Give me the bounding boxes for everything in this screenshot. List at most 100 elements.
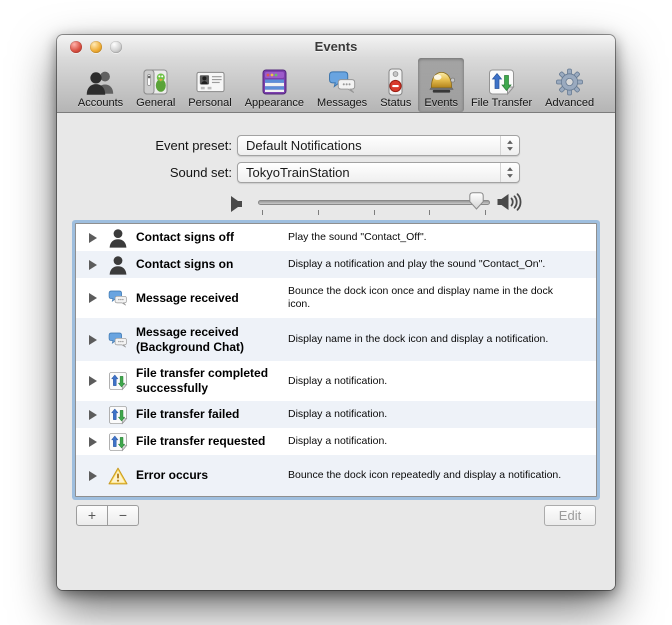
toolbar-item-personal[interactable]: Personal (182, 58, 237, 112)
add-event-button[interactable]: + (76, 505, 108, 526)
desktop: Events Accounts General Personal Appeara… (0, 0, 672, 625)
person-icon (108, 228, 128, 248)
event-description: Display a notification. (288, 374, 388, 387)
remove-event-button[interactable]: − (107, 505, 139, 526)
event-name: File transfer failed (136, 407, 240, 421)
event-description: Display a notification. (288, 435, 388, 447)
messages-icon (328, 68, 357, 96)
event-description: Bounce the dock icon repeatedly and disp… (288, 469, 562, 481)
event-description: Play the sound "Contact_Off". (288, 231, 427, 243)
file-icon (108, 432, 128, 452)
appearance-icon (260, 68, 289, 96)
minimize-button[interactable] (90, 41, 102, 53)
edit-button[interactable]: Edit (544, 505, 596, 526)
message-icon (108, 330, 128, 350)
message-icon (108, 288, 128, 308)
close-button[interactable] (70, 41, 82, 53)
file-icon (108, 405, 128, 425)
toolbar-item-general[interactable]: General (130, 58, 181, 112)
footer: + − Edit (75, 505, 596, 527)
event-name: Contact signs off (136, 230, 234, 244)
event-row[interactable]: File transfer requested Display a notifi… (76, 428, 596, 455)
volume-row (57, 190, 615, 222)
event-row[interactable]: Message received Bounce the dock icon on… (76, 278, 596, 318)
events-icon (427, 68, 456, 96)
event-preset-label: Event preset: (155, 138, 232, 153)
toolbar-item-label: Appearance (244, 97, 305, 109)
disclosure-triangle-icon[interactable] (89, 335, 99, 345)
toolbar-item-messages[interactable]: Messages (311, 58, 373, 112)
speaker-low-icon (225, 194, 245, 214)
event-row[interactable]: Contact signs on Display a notification … (76, 251, 596, 278)
popup-arrows-icon (500, 136, 519, 155)
event-row[interactable]: Error occurs Bounce the dock icon repeat… (76, 455, 596, 496)
event-preset-value: Default Notifications (246, 138, 362, 153)
toolbar-item-label: Accounts (77, 97, 124, 109)
window-title: Events (314, 39, 358, 54)
toolbar-item-label: File Transfer (471, 97, 533, 109)
toolbar-item-label: Advanced (545, 97, 595, 109)
sound-set-row: Sound set: TokyoTrainStation (57, 162, 615, 183)
event-preset-row: Event preset: Default Notifications (57, 135, 615, 156)
disclosure-triangle-icon[interactable] (89, 260, 99, 270)
event-description: Bounce the dock icon once and display na… (288, 285, 554, 310)
event-name: Message received (Background Chat) (136, 324, 244, 354)
sound-set-label: Sound set: (169, 165, 232, 180)
file-icon (108, 371, 128, 391)
volume-slider-ticks (262, 210, 486, 215)
disclosure-triangle-icon[interactable] (89, 437, 99, 447)
disclosure-triangle-icon[interactable] (89, 471, 99, 481)
status-icon (381, 68, 410, 96)
event-list: Contact signs off Play the sound "Contac… (75, 223, 597, 497)
toolbar-item-events[interactable]: Events (418, 58, 465, 112)
toolbar-item-file-transfer[interactable]: File Transfer (465, 58, 538, 112)
event-preset-popup[interactable]: Default Notifications (237, 135, 520, 156)
warning-icon (108, 466, 128, 486)
toolbar-item-label: General (136, 97, 176, 109)
toolbar-item-label: Status (380, 97, 412, 109)
event-description: Display a notification. (288, 408, 388, 420)
event-row[interactable]: File transfer failed Display a notificat… (76, 401, 596, 428)
toolbar-item-advanced[interactable]: Advanced (539, 58, 600, 112)
traffic-lights (70, 41, 122, 53)
toolbar: Accounts General Personal Appearance Mes… (57, 58, 615, 113)
person-icon (108, 255, 128, 275)
event-row[interactable]: Message received (Background Chat) Displ… (76, 318, 596, 361)
toolbar-item-label: Events (424, 97, 459, 109)
disclosure-triangle-icon[interactable] (89, 410, 99, 420)
speaker-high-icon (495, 192, 523, 214)
toolbar-item-label: Personal (188, 97, 232, 109)
popup-arrows-icon (500, 163, 519, 182)
event-name: Message received (136, 290, 239, 305)
volume-slider-track[interactable] (258, 200, 490, 205)
event-row[interactable]: Contact signs off Play the sound "Contac… (76, 224, 596, 251)
content: Event preset: Default Notifications Soun… (57, 114, 615, 590)
filetransfer-icon (487, 68, 516, 96)
preferences-window: Events Accounts General Personal Appeara… (57, 35, 615, 590)
event-description: Display name in the dock icon and displa… (288, 333, 549, 345)
disclosure-triangle-icon[interactable] (89, 293, 99, 303)
titlebar[interactable]: Events (57, 35, 615, 58)
event-description: Display a notification and play the soun… (288, 258, 546, 270)
sound-set-value: TokyoTrainStation (246, 165, 350, 180)
advanced-icon (555, 68, 584, 96)
volume-slider-thumb[interactable] (469, 192, 484, 210)
accounts-icon (86, 68, 115, 96)
general-icon (141, 68, 170, 96)
add-remove-segment: + − (76, 505, 139, 526)
event-name: File transfer requested (136, 434, 266, 448)
toolbar-item-appearance[interactable]: Appearance (239, 58, 310, 112)
event-row[interactable]: File transfer completed successfully Dis… (76, 361, 596, 401)
toolbar-item-status[interactable]: Status (374, 58, 417, 112)
toolbar-item-accounts[interactable]: Accounts (72, 58, 129, 112)
sound-set-popup[interactable]: TokyoTrainStation (237, 162, 520, 183)
toolbar-item-label: Messages (317, 97, 368, 109)
personal-icon (196, 68, 225, 96)
disclosure-triangle-icon[interactable] (89, 376, 99, 386)
volume-slider[interactable] (258, 190, 490, 220)
zoom-button[interactable] (110, 41, 122, 53)
disclosure-triangle-icon[interactable] (89, 233, 99, 243)
event-name: Contact signs on (136, 257, 234, 271)
event-name: File transfer completed successfully (136, 366, 269, 395)
event-name: Error occurs (136, 468, 209, 482)
